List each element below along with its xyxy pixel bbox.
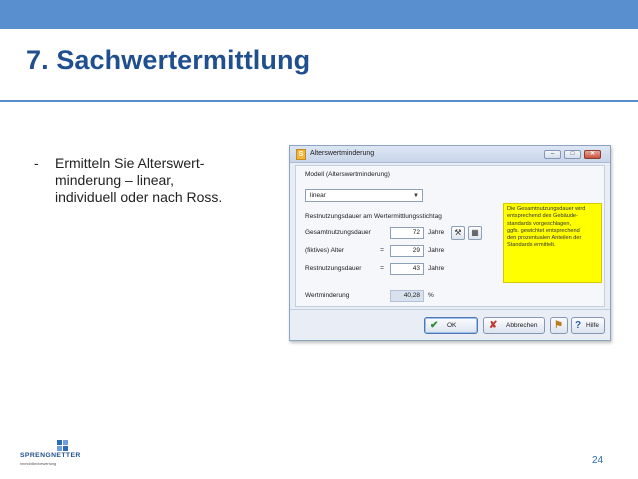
app-icon: S — [296, 149, 306, 160]
model-select[interactable]: linear ▼ — [305, 189, 423, 202]
total-life-unit: Jahre — [428, 229, 445, 236]
cancel-button-label: Abbrechen — [506, 322, 538, 329]
tools-icon[interactable]: ⚒ — [451, 226, 465, 240]
note-line: Die Gesamtnutzungsdauer wird — [507, 206, 586, 212]
depreciation-unit: % — [428, 292, 434, 299]
note-line: Standards ermittelt. — [507, 242, 556, 249]
checkmark-icon: ✔ — [430, 320, 439, 331]
bell-icon: ⚑ — [554, 320, 563, 331]
notify-button[interactable]: ⚑ — [550, 317, 568, 334]
slide-title: 7. Sachwertermittlung — [26, 45, 311, 75]
remaining-life-label: Restnutzungsdauer — [305, 265, 362, 272]
brand-name: SPRENGNETTER — [20, 452, 81, 459]
bullet-line: individuell oder nach Ross. — [55, 189, 223, 205]
help-button[interactable]: ? Hilfe — [571, 317, 605, 334]
ok-button-label: OK — [447, 322, 457, 329]
remaining-life-unit: Jahre — [428, 265, 445, 272]
age-field[interactable]: 29 — [390, 245, 424, 257]
cancel-button[interactable]: ✘ Abbrechen — [483, 317, 545, 334]
maximize-button[interactable]: □ — [564, 150, 581, 159]
note-line: standards vorgeschlagen, — [507, 220, 572, 227]
remaining-life-equals: = — [380, 265, 385, 272]
brand-tagline: Immobilienbewertung — [20, 462, 57, 466]
bullet-text: Ermitteln Sie Alterswert- minderung – li… — [55, 155, 265, 206]
note-line: den prozentualen Anteilen der — [507, 235, 582, 242]
dialog-titlebar[interactable]: S Alterswertminderung – □ ✕ — [290, 146, 610, 163]
bullet-line: Ermitteln Sie Alterswert- — [55, 155, 205, 171]
footer-separator — [290, 309, 610, 310]
depreciation-label: Wertminderung — [305, 292, 350, 299]
hint-note: Die Gesamtnutzungsdauer wird entsprechen… — [503, 203, 602, 283]
age-label: (fiktives) Alter — [305, 247, 345, 254]
total-life-field[interactable]: 72 — [390, 227, 424, 239]
ok-button[interactable]: ✔ OK — [424, 317, 478, 334]
depreciation-field: 40,28 — [390, 290, 424, 302]
bullet-dash: - — [34, 155, 39, 171]
table-icon[interactable]: ▦ — [468, 226, 482, 240]
logo-mark — [57, 440, 69, 451]
note-line: entsprechend des Gebäude- — [507, 213, 578, 220]
top-accent-bar — [0, 0, 638, 29]
alterswertminderung-dialog: S Alterswertminderung – □ ✕ Modell (Alte… — [289, 145, 611, 341]
chevron-down-icon: ▼ — [413, 193, 419, 199]
help-button-label: Hilfe — [586, 322, 600, 329]
model-group-label: Modell (Alterswertminderung) — [305, 171, 390, 178]
age-equals: = — [380, 247, 385, 254]
age-unit: Jahre — [428, 247, 445, 254]
cross-icon: ✘ — [489, 320, 498, 331]
total-life-label: Gesamtnutzungsdauer — [305, 229, 371, 236]
title-divider — [0, 100, 638, 102]
page-number: 24 — [592, 455, 604, 466]
help-icon: ? — [575, 320, 582, 331]
close-button[interactable]: ✕ — [584, 150, 601, 159]
note-line: ggfs. gewichtet entsprechend — [507, 227, 580, 234]
remaining-group-label: Restnutzungsdauer am Wertermittlungsstic… — [305, 213, 442, 220]
model-select-value: linear — [310, 192, 326, 199]
bullet-line: minderung – linear, — [55, 172, 175, 188]
remaining-life-field[interactable]: 43 — [390, 263, 424, 275]
dialog-title: Alterswertminderung — [310, 150, 375, 157]
sprengnetter-logo: SPRENGNETTER Immobilienbewertung — [20, 440, 90, 470]
minimize-button[interactable]: – — [544, 150, 561, 159]
